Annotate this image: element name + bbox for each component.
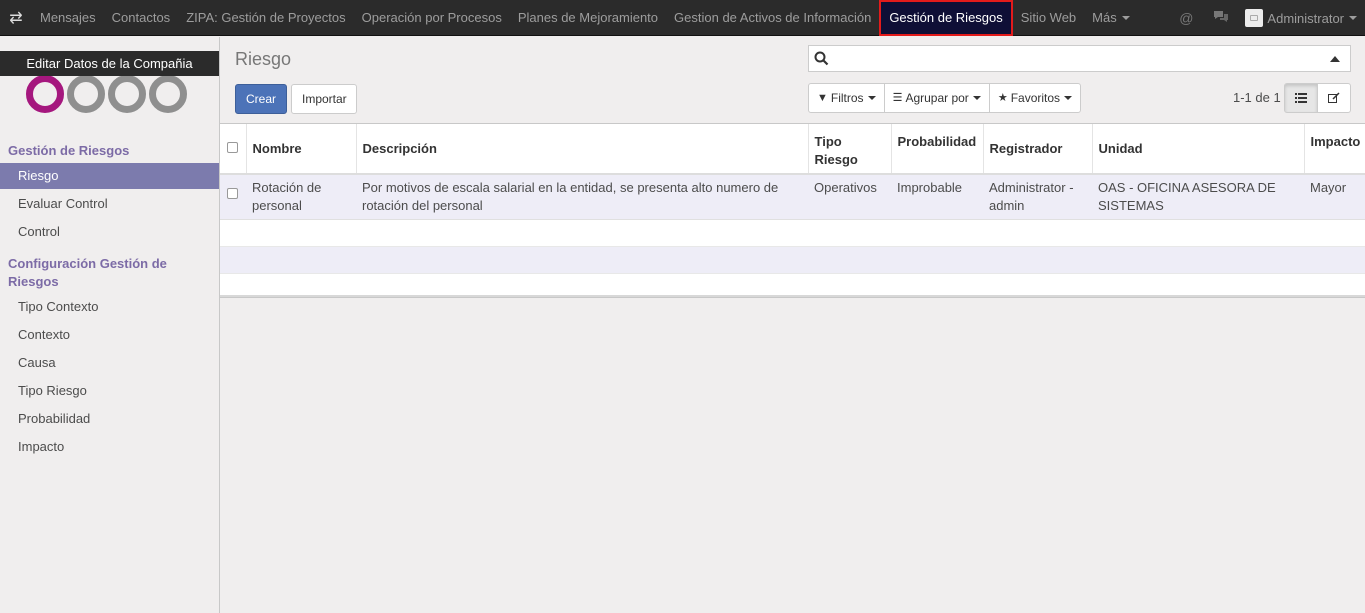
search-toggle-icon[interactable] xyxy=(1330,55,1340,62)
column-header-descripcion[interactable]: Descripción xyxy=(355,124,808,175)
menu-mas[interactable]: Más xyxy=(1084,0,1138,36)
cell-impacto: Mayor xyxy=(1304,174,1365,220)
sidebar: Editar Datos de la Compañia Gestión de R… xyxy=(0,37,220,613)
cell-unidad: OAS - OFICINA ASESORA DE SISTEMAS xyxy=(1092,174,1304,220)
menu-mas-label: Más xyxy=(1092,9,1117,25)
section-title-gestion-riesgos: Gestión de Riesgos xyxy=(8,143,130,158)
section-title-configuracion: Configuración Gestión de Riesgos xyxy=(8,256,167,289)
row-checkbox[interactable] xyxy=(227,188,238,199)
empty-row xyxy=(220,273,1365,297)
star-icon: ★ xyxy=(997,92,1008,104)
caret-down-icon xyxy=(972,96,981,100)
user-name: Administrator xyxy=(1267,10,1344,26)
cell-nombre: Rotación de personal xyxy=(246,174,356,220)
sidebar-item-riesgo[interactable]: Riesgo xyxy=(0,163,219,189)
row-select-cell xyxy=(220,174,246,220)
breadcrumb: Riesgo xyxy=(235,49,292,69)
search-icon xyxy=(809,51,833,66)
create-button[interactable]: Crear xyxy=(235,84,287,114)
edit-company-tooltip[interactable]: Editar Datos de la Compañia xyxy=(0,51,219,76)
cell-tipo-riesgo: Operativos xyxy=(808,174,891,220)
list-icon: ☰ xyxy=(892,92,903,104)
cell-probabilidad: Improbable xyxy=(891,174,983,220)
sidebar-item-evaluar-control[interactable]: Evaluar Control xyxy=(0,191,219,217)
menu-planes-mejoramiento[interactable]: Planes de Mejoramiento xyxy=(510,0,666,36)
filter-icon: ▼ xyxy=(817,92,828,104)
sidebar-item-causa[interactable]: Causa xyxy=(0,350,219,376)
top-navbar: ⇄ Mensajes Contactos ZIPA: Gestión de Pr… xyxy=(0,0,1365,36)
avatar xyxy=(1245,9,1264,27)
company-logo[interactable] xyxy=(26,75,190,113)
cell-registrador: Administrator - admin xyxy=(983,174,1092,220)
table-row[interactable]: Rotación de personal Por motivos de esca… xyxy=(220,174,1365,220)
menu-sitio-web[interactable]: Sitio Web xyxy=(1013,0,1084,36)
list-view-icon[interactable] xyxy=(1284,83,1318,113)
pager-value: 1-1 de 1 xyxy=(1233,90,1281,105)
column-header-tipo-riesgo[interactable]: Tipo Riesgo xyxy=(807,124,891,175)
user-menu[interactable]: Administrator xyxy=(1239,9,1365,27)
at-mention-icon[interactable]: @ xyxy=(1169,10,1203,26)
menu-contactos[interactable]: Contactos xyxy=(104,0,179,36)
group-by-label: Agrupar por xyxy=(905,91,969,105)
column-header-nombre[interactable]: Nombre xyxy=(245,124,356,175)
select-all-checkbox[interactable] xyxy=(227,142,238,153)
caret-down-icon xyxy=(1064,96,1073,100)
column-header-impacto[interactable]: Impacto xyxy=(1303,124,1365,175)
filters-button[interactable]: ▼ Filtros xyxy=(808,83,885,113)
search-box[interactable] xyxy=(808,45,1351,72)
empty-row xyxy=(220,246,1365,274)
app-switcher-icon[interactable]: ⇄ xyxy=(0,0,32,36)
column-header-unidad[interactable]: Unidad xyxy=(1091,124,1304,175)
caret-down-icon xyxy=(1121,16,1130,21)
select-all-cell xyxy=(220,124,246,175)
main-content: Riesgo Crear Importar ▼ Filtros ☰ Agrupar … xyxy=(220,37,1365,613)
menu-operacion-procesos[interactable]: Operación por Procesos xyxy=(354,0,510,36)
group-by-button[interactable]: ☰ Agrupar por xyxy=(883,83,990,113)
menu-gestion-activos[interactable]: Gestion de Activos de Información xyxy=(666,0,879,36)
sidebar-item-tipo-contexto[interactable]: Tipo Contexto xyxy=(0,294,219,320)
favorites-label: Favoritos xyxy=(1010,91,1061,105)
cell-descripcion: Por motivos de escala salarial en la ent… xyxy=(356,174,808,220)
sidebar-item-tipo-riesgo[interactable]: Tipo Riesgo xyxy=(0,378,219,404)
sidebar-item-contexto[interactable]: Contexto xyxy=(0,322,219,348)
list-view-table: Nombre Descripción Tipo Riesgo Probabili… xyxy=(220,123,1365,298)
chat-icon[interactable] xyxy=(1203,10,1239,26)
favorites-button[interactable]: ★ Favoritos xyxy=(988,83,1082,113)
import-button[interactable]: Importar xyxy=(291,84,357,114)
search-options: ▼ Filtros ☰ Agrupar por ★ Favoritos xyxy=(808,83,1082,113)
menu-zipa-proyectos[interactable]: ZIPA: Gestión de Proyectos xyxy=(178,0,353,36)
search-input[interactable] xyxy=(833,47,1330,70)
column-header-probabilidad[interactable]: Probabilidad xyxy=(890,124,983,175)
sidebar-item-impacto[interactable]: Impacto xyxy=(0,434,219,460)
caret-down-icon xyxy=(1349,16,1357,20)
view-switcher xyxy=(1284,83,1351,113)
sidebar-item-probabilidad[interactable]: Probabilidad xyxy=(0,406,219,432)
sidebar-item-control[interactable]: Control xyxy=(0,219,219,245)
form-view-icon[interactable] xyxy=(1317,83,1351,113)
column-header-registrador[interactable]: Registrador xyxy=(982,124,1092,175)
table-header-row: Nombre Descripción Tipo Riesgo Probabili… xyxy=(220,124,1365,175)
filters-label: Filtros xyxy=(830,91,864,105)
menu-gestion-riesgos[interactable]: Gestión de Riesgos xyxy=(879,0,1013,36)
empty-row xyxy=(220,219,1365,247)
caret-down-icon xyxy=(867,96,876,100)
menu-mensajes[interactable]: Mensajes xyxy=(32,0,104,36)
